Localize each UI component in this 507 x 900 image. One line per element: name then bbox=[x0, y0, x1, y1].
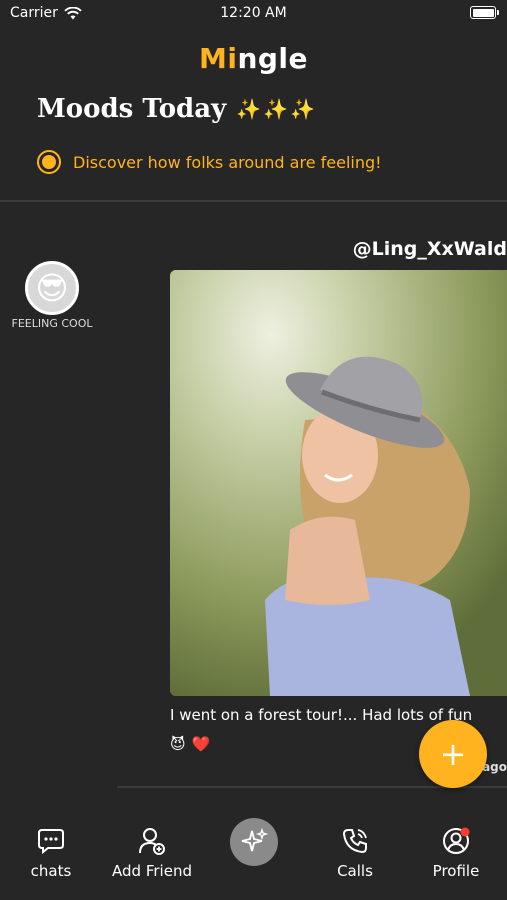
sparkles-icon bbox=[241, 828, 268, 852]
tab-add-friend[interactable]: Add Friend bbox=[102, 826, 202, 880]
tab-profile[interactable]: Profile bbox=[406, 826, 506, 880]
app-title-accent: Mi bbox=[198, 42, 238, 75]
post-photo[interactable] bbox=[170, 270, 507, 696]
chat-icon bbox=[38, 829, 64, 855]
moods-title: Moods Today ✨✨✨ bbox=[37, 94, 317, 124]
mood-avatar[interactable]: 😎 bbox=[25, 261, 79, 315]
post-reactions[interactable]: 😈 ❤️ bbox=[170, 735, 210, 753]
status-bar: Carrier 12:20 AM bbox=[0, 0, 507, 28]
tab-chats-label: chats bbox=[30, 862, 72, 880]
plus-icon: + bbox=[439, 735, 467, 773]
tab-profile-label: Profile bbox=[432, 862, 480, 880]
add-friend-icon bbox=[139, 828, 165, 855]
profile-icon bbox=[443, 827, 470, 854]
tab-bar: chats Add Friend Calls Profile bbox=[0, 810, 507, 900]
devil-emoji-icon[interactable]: 😈 bbox=[170, 735, 186, 753]
heart-icon[interactable]: ❤️ bbox=[192, 735, 211, 753]
divider bbox=[0, 200, 507, 202]
status-time: 12:20 AM bbox=[220, 5, 287, 21]
battery-icon bbox=[470, 6, 499, 19]
post-caption: I went on a forest tour!... Had lots of … bbox=[170, 706, 473, 724]
mood-label: FEELING COOL bbox=[11, 317, 93, 330]
phone-icon bbox=[342, 829, 367, 854]
moods-title-text: Moods Today bbox=[37, 94, 227, 124]
discover-row[interactable]: Discover how folks around are feeling! bbox=[37, 150, 382, 174]
tab-chats[interactable]: chats bbox=[1, 826, 101, 880]
moods-center-button[interactable] bbox=[230, 818, 278, 866]
tab-add-friend-label: Add Friend bbox=[112, 862, 192, 880]
tab-calls[interactable]: Calls bbox=[305, 826, 405, 880]
add-post-button[interactable]: + bbox=[419, 720, 487, 788]
sparkles-icon: ✨✨✨ bbox=[236, 97, 317, 121]
app-title-rest: ngle bbox=[237, 42, 309, 75]
app-title: Mingle bbox=[0, 42, 507, 75]
post-username[interactable]: @Ling_XxWald bbox=[353, 238, 507, 260]
tab-calls-label: Calls bbox=[337, 862, 373, 880]
post-photo-illustration bbox=[170, 270, 507, 696]
discover-text: Discover how folks around are feeling! bbox=[73, 152, 382, 172]
radio-icon[interactable] bbox=[37, 150, 61, 174]
